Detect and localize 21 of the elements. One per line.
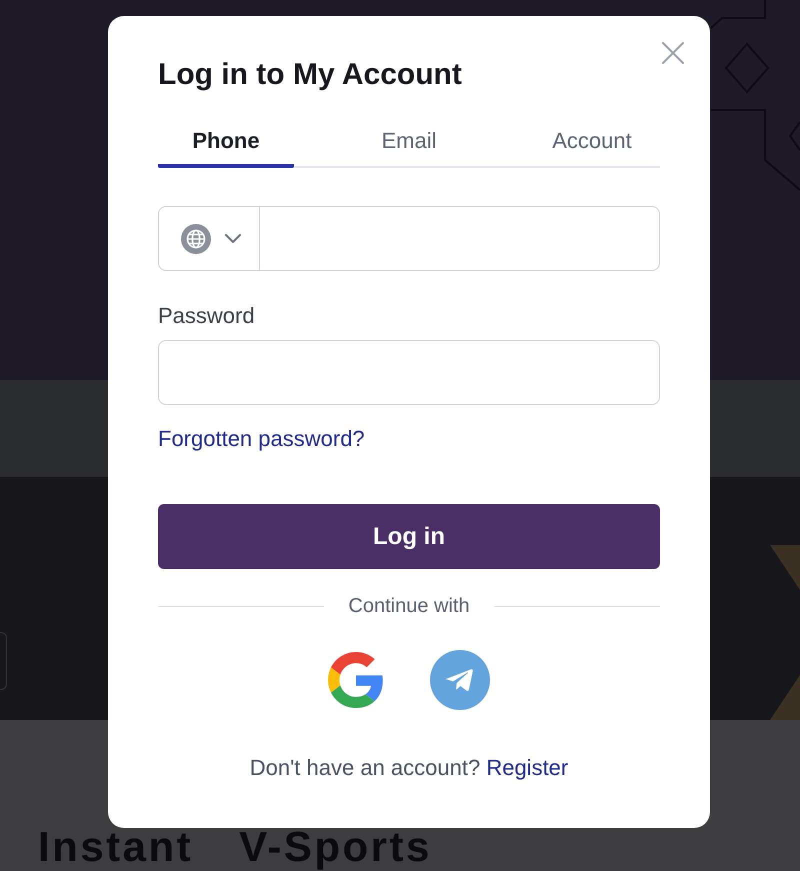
- login-method-tab[interactable]: Account: [524, 120, 660, 168]
- phone-number-input[interactable]: [260, 206, 660, 271]
- telegram-sign-in-button[interactable]: [430, 650, 490, 710]
- password-label: Password: [158, 304, 255, 328]
- globe-icon: [181, 224, 211, 254]
- password-input[interactable]: [158, 340, 660, 405]
- close-icon: [662, 42, 684, 64]
- continue-with-label: Continue with: [348, 595, 470, 617]
- google-sign-in-button[interactable]: [328, 652, 384, 708]
- paper-plane-icon: [430, 650, 490, 710]
- login-method-tab[interactable]: Email: [341, 120, 477, 168]
- register-prompt: Don't have an account? Register: [250, 755, 568, 781]
- dialog-title: Log in to My Account: [158, 57, 462, 93]
- forgot-password-link[interactable]: Forgotten password?: [158, 427, 365, 451]
- country-code-selector[interactable]: [158, 206, 260, 271]
- login-method-tab[interactable]: Phone: [158, 120, 294, 168]
- chevron-down-icon: [225, 234, 241, 243]
- log-in-button[interactable]: Log in: [158, 504, 660, 569]
- close-button[interactable]: [662, 42, 684, 64]
- google-g-icon: [328, 652, 384, 708]
- register-link[interactable]: Register: [486, 755, 568, 780]
